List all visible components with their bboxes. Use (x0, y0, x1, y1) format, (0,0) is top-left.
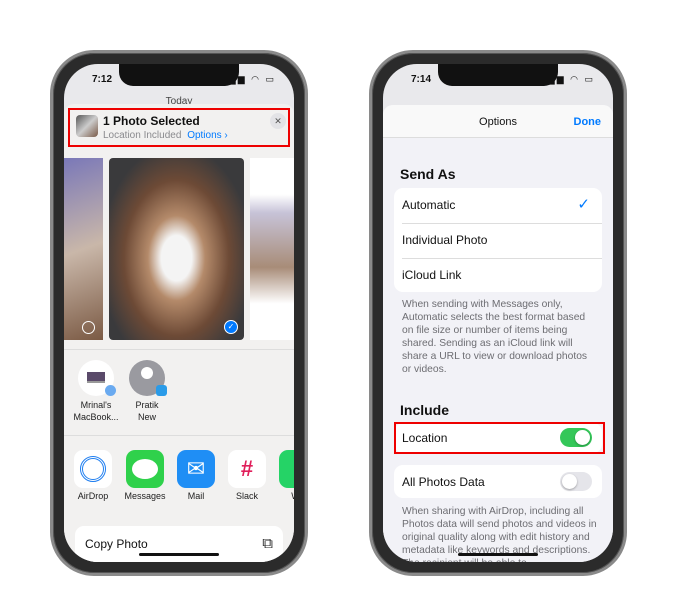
send-as-header: Send As (400, 166, 456, 182)
home-indicator[interactable] (458, 553, 538, 556)
options-link[interactable]: Options › (187, 130, 228, 141)
close-button[interactable]: ✕ (270, 113, 286, 129)
status-time: 7:14 (411, 74, 432, 85)
app-label-slack: Slack (235, 491, 258, 501)
contact-avatar (129, 360, 167, 396)
options-screen: 7:14 ▂▄▆ ◠ ▭ Options Done Send As Automa… (383, 64, 613, 562)
person-icon (141, 367, 153, 379)
send-as-group: Automatic ✓ Individual Photo iCloud Link (394, 188, 602, 292)
option-label: iCloud Link (402, 268, 462, 282)
option-label: Individual Photo (402, 233, 488, 247)
copy-icon: ⧉ (262, 535, 273, 552)
person-name-line1: Mrinal's (80, 400, 112, 410)
right-phone: 7:14 ▂▄▆ ◠ ▭ Options Done Send As Automa… (369, 50, 627, 576)
option-icloud-link[interactable]: iCloud Link (394, 258, 602, 292)
person-name-line2: New (137, 412, 156, 422)
send-as-footer: When sending with Messages only, Automat… (402, 299, 588, 375)
photo-right[interactable] (250, 158, 294, 340)
person-name-line2: MacBook... (73, 412, 119, 422)
status-time: 7:12 (92, 74, 113, 85)
share-subtitle: Location Included Options › (103, 130, 228, 141)
app-slack[interactable]: # (228, 450, 266, 488)
highlight-box (394, 422, 605, 454)
all-photos-data-toggle[interactable] (560, 472, 592, 491)
checkmark-icon: ✓ (577, 196, 590, 213)
toggle-knob (562, 474, 577, 489)
slack-icon: # (240, 456, 254, 481)
app-mail[interactable]: ✉ (177, 450, 215, 488)
notch (438, 64, 558, 86)
copy-photo-label: Copy Photo (85, 537, 148, 551)
option-individual-photo[interactable]: Individual Photo (394, 223, 602, 258)
laptop-icon (87, 372, 105, 383)
person-mrinal-macbook[interactable]: Mrinal's MacBook... (68, 358, 124, 428)
option-automatic[interactable]: Automatic ✓ (394, 188, 602, 223)
app-label-whatsapp: Wh (270, 491, 294, 501)
photo-thumbnail (76, 115, 98, 137)
done-button[interactable]: Done (574, 116, 602, 128)
unselected-circle-icon[interactable] (82, 321, 95, 334)
all-photos-data-row[interactable]: All Photos Data (394, 465, 602, 498)
option-label: Automatic (402, 198, 456, 212)
include-header: Include (400, 402, 450, 418)
mail-icon: ✉ (186, 456, 206, 481)
close-icon: ✕ (274, 116, 282, 126)
divider (64, 435, 294, 436)
share-sheet: 1 Photo Selected Location Included Optio… (64, 104, 294, 562)
macbook-avatar (78, 360, 116, 396)
options-sheet: Options Done Send As Automatic ✓ Individu… (383, 105, 613, 562)
person-name-line1: Pratik (135, 400, 159, 410)
app-label-messages: Messages (124, 491, 166, 501)
app-whatsapp[interactable] (279, 450, 294, 488)
airdrop-badge-icon (105, 385, 116, 396)
divider (64, 349, 294, 350)
person-pratik[interactable]: Pratik New (119, 358, 175, 428)
airdrop-icon (80, 456, 106, 482)
photo-selected[interactable]: ✓ (109, 158, 244, 340)
home-indicator[interactable] (139, 553, 219, 556)
nav-bar: Options Done (383, 105, 613, 138)
notch (119, 64, 239, 86)
all-photos-data-label: All Photos Data (402, 475, 485, 489)
copy-photo-button[interactable]: Copy Photo ⧉ (75, 526, 283, 562)
messages-icon (132, 459, 158, 479)
selected-check-icon[interactable]: ✓ (224, 320, 238, 334)
app-messages[interactable] (126, 450, 164, 488)
location-included-text: Location Included (103, 130, 182, 141)
telegram-badge-icon (156, 385, 167, 396)
share-title: 1 Photo Selected (103, 114, 200, 128)
app-label-mail: Mail (187, 491, 205, 501)
app-label-airdrop: AirDrop (77, 491, 109, 501)
app-airdrop[interactable] (74, 450, 112, 488)
left-phone: 7:12 ▂▄▆ ◠ ▭ Today 1 Photo Selected Loca… (50, 50, 308, 576)
photo-left[interactable] (64, 158, 103, 340)
share-sheet-screen: 7:12 ▂▄▆ ◠ ▭ Today 1 Photo Selected Loca… (64, 64, 294, 562)
